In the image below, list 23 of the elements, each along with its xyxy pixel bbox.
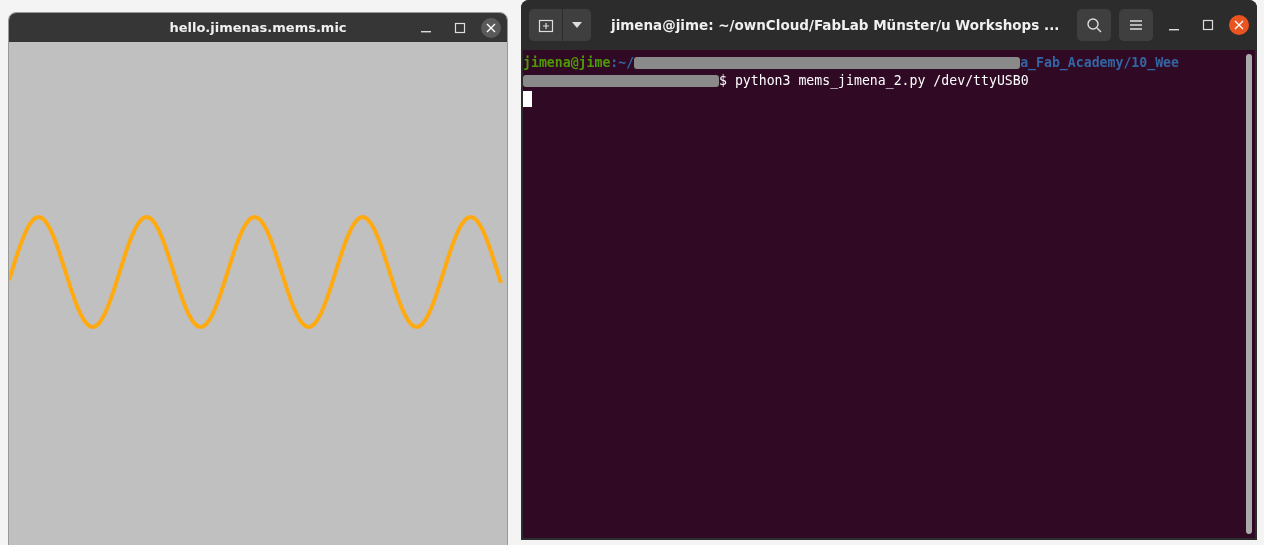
new-tab-icon (537, 17, 554, 33)
minimize-icon (421, 31, 431, 33)
close-button[interactable] (1229, 15, 1249, 35)
maximize-icon (1202, 19, 1214, 31)
scrollbar[interactable] (1246, 54, 1252, 534)
text-cursor (523, 91, 532, 107)
search-button[interactable] (1077, 9, 1111, 41)
prompt-path: a_Fab_Academy/10_Wee (1020, 54, 1179, 72)
minimize-icon (1169, 28, 1179, 31)
search-icon (1086, 17, 1102, 33)
command-text: $ python3 mems_jimena_2.py /dev/ttyUSB0 (719, 72, 1029, 90)
caret-icon (571, 21, 583, 29)
maximize-icon (454, 21, 466, 34)
menu-icon (1129, 19, 1143, 31)
window-title: jimena@jime: ~/ownCloud/FabLab Münster/u Workshops ... (609, 17, 1061, 33)
new-tab-button[interactable] (529, 9, 563, 41)
close-button[interactable] (481, 17, 501, 38)
close-icon (486, 22, 496, 33)
close-icon (1234, 20, 1244, 30)
window-title: hello.jimenas.mems.mic (169, 20, 347, 35)
prompt-user: jimena@jime (523, 54, 611, 72)
menu-button[interactable] (1119, 9, 1153, 41)
prompt-path: :~/ (610, 54, 635, 72)
